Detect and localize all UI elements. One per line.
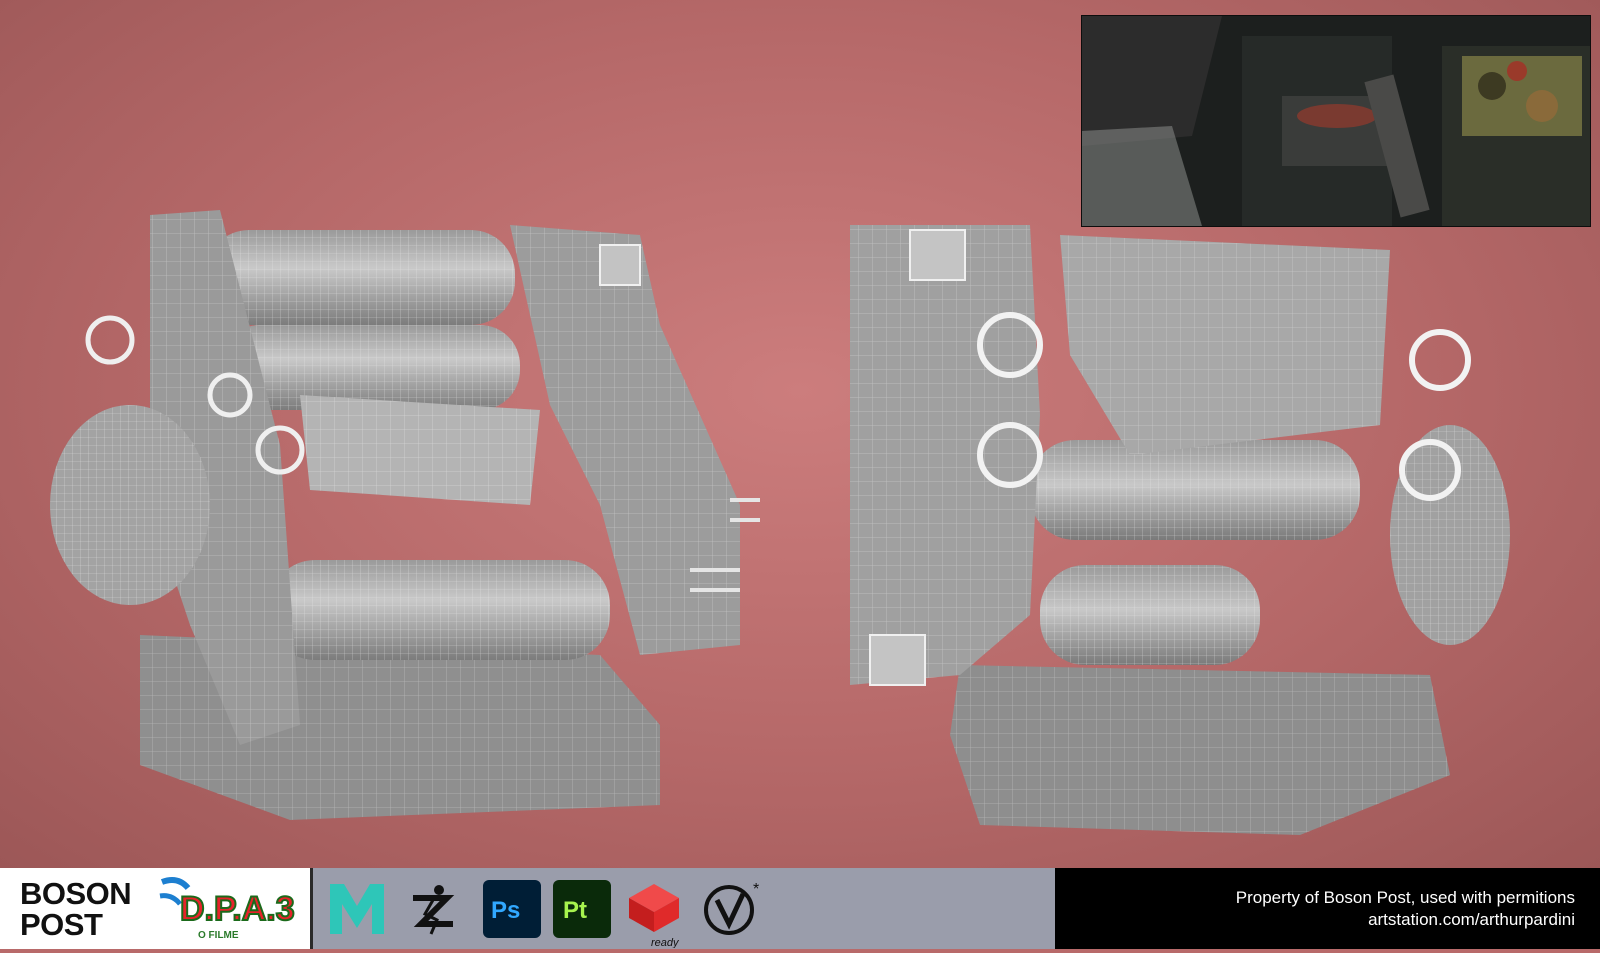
boson-post-logo: BOSON POST [20,876,132,942]
reference-screenshot [1081,15,1591,227]
vray-icon: * [701,880,759,938]
boson-logo-line1: BOSON [20,876,132,911]
credit-artstation-link[interactable]: artstation.com/arthurpardini [1368,910,1575,930]
footer-bar: BOSON POST D.P.A.3 O FILME M Ps Pt ready… [0,868,1600,949]
credit-ownership: Property of Boson Post, used with permit… [1235,888,1575,907]
logo-panel: BOSON POST D.P.A.3 O FILME [0,868,310,949]
render-background [0,0,1600,868]
credit-panel: Property of Boson Post, used with permit… [1055,868,1600,949]
photoshop-label: Ps [491,897,520,924]
dpa-sub-text: O FILME [198,930,239,941]
redshift-icon: ready [625,880,683,949]
machine-wireframe-right [830,215,1510,840]
dpa-main-text: D.P.A.3 [180,890,295,928]
zbrush-icon [403,880,461,938]
redshift-label: ready [651,937,680,948]
vray-label: * [753,881,759,898]
machine-wireframe-left [40,205,780,835]
substance-painter-icon: Pt [553,880,611,938]
dpa3-film-logo: D.P.A.3 O FILME [158,874,303,944]
maya-icon: M [328,880,386,938]
maya-label: M [328,880,329,881]
photoshop-icon: Ps [483,880,541,938]
boson-logo-line2: POST [20,907,103,942]
tools-panel: M Ps Pt ready * [310,868,1058,949]
painter-label: Pt [563,897,587,924]
